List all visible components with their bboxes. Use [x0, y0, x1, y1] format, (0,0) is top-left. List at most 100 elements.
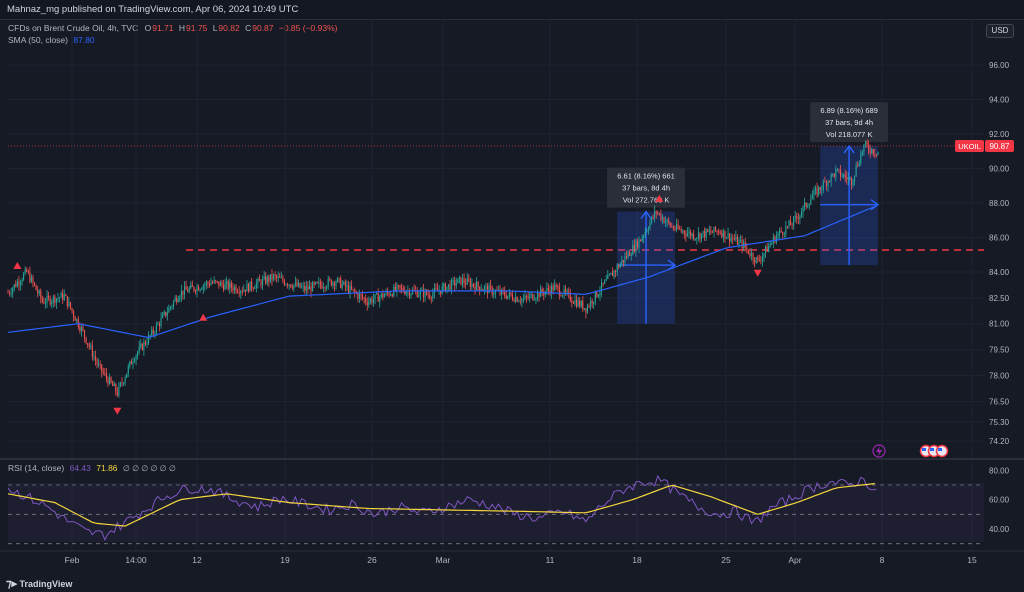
candle-body	[472, 283, 475, 287]
candle-body	[561, 295, 564, 297]
candle-body	[841, 176, 843, 178]
candle-body	[80, 327, 82, 331]
candle-body	[643, 235, 645, 238]
candle-body	[635, 240, 637, 252]
candle-body	[49, 297, 51, 304]
candle-body	[740, 239, 742, 241]
candle-body	[416, 290, 418, 297]
candle-body	[51, 301, 53, 304]
candle-body	[396, 285, 398, 291]
time-tick-label: 26	[367, 555, 377, 565]
candle-body	[68, 302, 70, 307]
candle-body	[597, 294, 599, 297]
candle-body	[847, 177, 849, 180]
lightning-icon[interactable]	[872, 444, 886, 458]
logo-icon: ⁊▸	[6, 578, 17, 590]
candle-body	[26, 269, 28, 272]
candle-body	[785, 226, 787, 234]
candle-body	[518, 301, 520, 303]
candle-body	[141, 343, 143, 351]
candle-body	[522, 298, 524, 300]
candle-body	[57, 298, 59, 299]
candle-body	[138, 346, 140, 353]
candle-body	[382, 293, 384, 298]
candle-body	[66, 296, 68, 307]
candle-body	[201, 289, 203, 290]
rsi-legend[interactable]: RSI (14, close) 64.43 71.86 ∅ ∅ ∅ ∅ ∅ ∅	[8, 463, 176, 473]
candle-body	[98, 364, 100, 365]
candle-body	[685, 233, 687, 236]
candle-body	[294, 282, 296, 285]
candle-body	[368, 301, 370, 306]
candle-body	[700, 233, 703, 240]
candle-body	[262, 278, 264, 286]
candle-body	[583, 308, 585, 310]
candle-body	[424, 290, 426, 298]
candle-body	[208, 283, 211, 286]
candle-body	[34, 282, 36, 286]
candle-body	[688, 231, 690, 234]
logo-text: TradingView	[19, 579, 73, 589]
tradingview-logo[interactable]: ⁊▸ TradingView	[6, 577, 72, 590]
candle-body	[810, 199, 812, 205]
candle-body	[113, 384, 115, 386]
candle-body	[515, 297, 517, 302]
candle-body	[835, 169, 837, 177]
candle-body	[52, 296, 54, 302]
candle-body	[460, 277, 462, 285]
candle-body	[126, 373, 128, 378]
measure-tools[interactable]: 6.61 (8.16%) 66137 bars, 8d 4hVol 272.76…	[607, 102, 889, 324]
candle-body	[577, 300, 579, 307]
candle-body	[663, 217, 665, 223]
candle-body	[133, 360, 136, 362]
candle-body	[44, 302, 47, 304]
candle-body	[732, 238, 734, 239]
candle-body	[477, 281, 479, 287]
candle-body	[69, 302, 72, 309]
candle-body	[21, 280, 23, 283]
candle-body	[855, 165, 857, 176]
candle-body	[285, 284, 287, 286]
candle-body	[88, 344, 90, 347]
candle-body	[780, 230, 782, 233]
candle-body	[74, 316, 76, 321]
candle-body	[212, 282, 214, 284]
candle-body	[686, 233, 688, 236]
candle-body	[716, 230, 718, 232]
candle-body	[377, 293, 379, 302]
chart-canvas[interactable]: 96.00 94.00 92.00 90.00 88.00 86.00 84.00 82.50…	[0, 0, 1024, 592]
candle-body	[87, 343, 89, 345]
candle-body	[864, 142, 867, 145]
candle-body	[218, 281, 220, 287]
candle-body	[313, 282, 315, 284]
candle-body	[766, 246, 768, 252]
candle-body	[151, 329, 153, 336]
candle-body	[616, 265, 618, 272]
candle-body	[647, 229, 649, 231]
candle-body	[318, 282, 320, 283]
pivot-marker	[13, 261, 22, 269]
candle-body	[10, 293, 12, 295]
price-tick-label: 88.00	[989, 199, 1010, 208]
candle-body	[162, 314, 164, 318]
candle-body	[465, 283, 467, 285]
candle-body	[265, 276, 267, 284]
candle-body	[266, 276, 268, 284]
candle-body	[149, 335, 151, 337]
candle-body	[861, 151, 863, 154]
candle-body	[458, 277, 460, 279]
candle-body	[741, 239, 743, 248]
candle-body	[830, 174, 832, 182]
price-tick-label: 79.50	[989, 346, 1010, 355]
candle-body	[538, 292, 540, 298]
candle-body	[508, 292, 510, 296]
rsi-ma-value: 71.86	[96, 463, 118, 473]
candle-body	[818, 187, 820, 195]
candle-body	[594, 291, 596, 302]
us-flag-icon[interactable]	[935, 444, 949, 458]
last-price-tag-text: 90.87	[989, 142, 1010, 151]
candle-body	[123, 382, 125, 384]
candle-body	[65, 294, 67, 297]
candle-body	[302, 285, 304, 287]
candle-body	[730, 238, 732, 242]
